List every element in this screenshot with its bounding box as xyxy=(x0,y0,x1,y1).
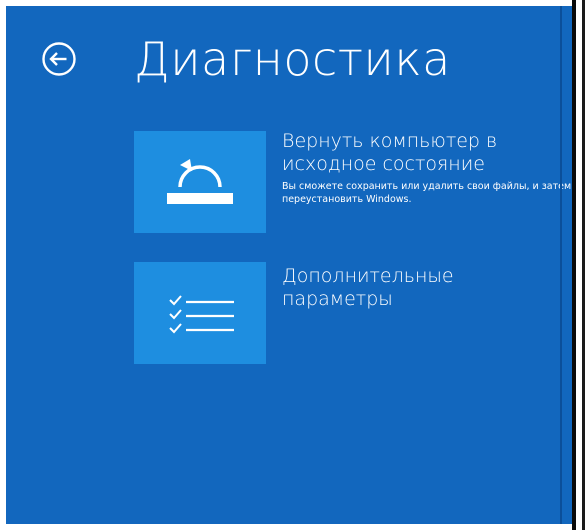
advanced-options-title-line2: параметры xyxy=(282,288,393,310)
page-title: Диагностика xyxy=(134,32,451,86)
back-button[interactable] xyxy=(40,40,78,78)
advanced-options-tile[interactable] xyxy=(134,262,266,364)
reset-pc-option[interactable]: Вернуть компьютер в исходное состояние В… xyxy=(282,130,572,206)
advanced-options-option[interactable]: Дополнительные параметры xyxy=(282,265,572,311)
reset-pc-description: Вы сможете сохранить или удалить свои фа… xyxy=(282,181,572,205)
edge-divider xyxy=(560,6,562,524)
screenshot-frame: Диагностика Вернуть компьютер в исходное… xyxy=(0,0,587,530)
frame-border-outer xyxy=(582,0,585,530)
frame-border xyxy=(572,0,576,530)
diagnostics-screen: Диагностика Вернуть компьютер в исходное… xyxy=(6,6,572,524)
reset-pc-tile[interactable] xyxy=(134,131,266,233)
reset-pc-title-line2: исходное состояние xyxy=(282,153,485,175)
advanced-options-title-line1: Дополнительные xyxy=(282,265,454,287)
reset-icon xyxy=(167,159,233,204)
back-arrow-icon xyxy=(42,42,76,76)
reset-pc-title-line1: Вернуть компьютер в xyxy=(282,130,498,152)
checklist-icon xyxy=(169,295,234,334)
